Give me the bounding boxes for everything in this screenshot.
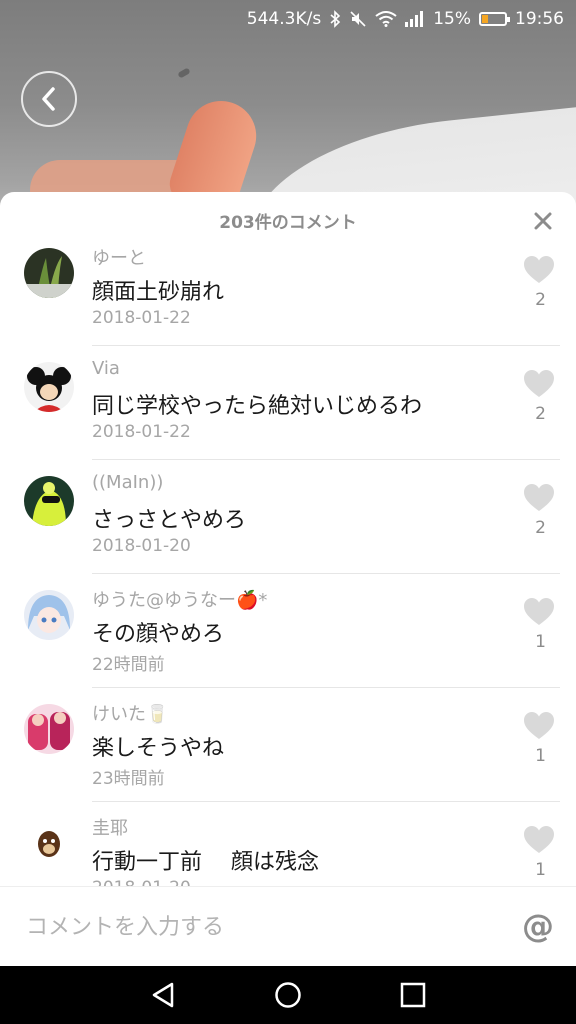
nav-back-button[interactable] [143,975,183,1015]
close-icon [534,212,552,230]
battery-percent: 15% [433,9,471,29]
comment-username[interactable]: ゆーと [92,244,146,270]
comment-username[interactable]: ゆうた@ゆうなー🍎* [92,586,267,612]
comment-text: 楽しそうやね [92,736,225,761]
triangle-back-icon [152,982,173,1008]
heart-icon [524,712,554,739]
signal-icon [405,11,425,27]
sheet-title: 203件のコメント [219,212,357,233]
nav-recents-button[interactable] [393,975,433,1015]
avatar[interactable] [24,362,74,412]
avatar[interactable] [24,818,74,868]
mention-button[interactable]: @ [522,907,554,945]
like-count: 1 [535,860,546,880]
battery-icon [479,12,510,26]
like-button[interactable] [524,484,554,512]
comment-sheet: 203件のコメント ゆーと 顔面土砂崩れ 2018-01-22 2 Via 同じ… [0,192,576,966]
comment-text: その顔やめろ [92,622,225,647]
network-speed: 544.3K/s [246,9,322,29]
square-recents-icon [401,982,426,1008]
comment-list: ゆーと 顔面土砂崩れ 2018-01-22 2 Via 同じ学校やったら絶対いじ… [0,232,576,915]
comment-text: 同じ学校やったら絶対いじめるわ [92,394,423,419]
comment-text: 顔面土砂崩れ [92,280,225,305]
chevron-left-icon [42,87,55,111]
wifi-icon [375,11,397,27]
clock: 19:56 [515,9,564,29]
like-button[interactable] [524,826,554,854]
comment-text: 行動一丁前 顔は残念 [92,850,319,875]
comment-username[interactable]: Via [92,358,120,379]
like-button[interactable] [524,712,554,740]
avatar[interactable] [24,590,74,640]
like-count: 2 [535,404,546,424]
comment-text: さっさとやめろ [92,508,247,533]
comment-item: ゆーと 顔面土砂崩れ 2018-01-22 2 [24,232,560,346]
heart-icon [524,598,554,625]
comment-date: 23時間前 [92,769,165,789]
avatar[interactable] [24,248,74,298]
back-button[interactable] [21,71,77,127]
like-count: 1 [535,632,546,652]
like-button[interactable] [524,370,554,398]
heart-icon [524,370,554,397]
battery-fill [482,15,488,23]
comment-date: 22時間前 [92,655,165,675]
bluetooth-icon [329,10,341,28]
comment-item: Via 同じ学校やったら絶対いじめるわ 2018-01-22 2 [24,346,560,460]
like-button[interactable] [524,256,554,284]
comment-item: けいた🥛 楽しそうやね 23時間前 1 [24,688,560,802]
comment-date: 2018-01-20 [92,536,191,556]
like-count: 2 [535,518,546,538]
like-count: 2 [535,290,546,310]
heart-icon [524,484,554,511]
comment-username[interactable]: けいた🥛 [92,700,168,726]
like-count: 1 [535,746,546,766]
circle-home-icon [275,982,301,1008]
mute-icon [349,10,367,28]
comment-item: ゆうた@ゆうなー🍎* その顔やめろ 22時間前 1 [24,574,560,688]
close-button[interactable] [530,208,556,234]
navigation-bar [0,966,576,1024]
comment-input-bar: @ [0,886,576,967]
comment-item: ((MaIn)) さっさとやめろ 2018-01-20 2 [24,460,560,574]
like-button[interactable] [524,598,554,626]
comment-username[interactable]: ((MaIn)) [92,472,163,493]
comment-username[interactable]: 圭耶 [92,814,128,840]
heart-icon [524,826,554,853]
avatar[interactable] [24,704,74,754]
avatar[interactable] [24,476,74,526]
video-speck [177,67,191,79]
nav-home-button[interactable] [268,975,308,1015]
comment-date: 2018-01-22 [92,308,191,328]
comment-input[interactable] [24,913,498,941]
comment-date: 2018-01-22 [92,422,191,442]
heart-icon [524,256,554,283]
status-bar: 544.3K/s 15% 19:56 [0,0,576,38]
